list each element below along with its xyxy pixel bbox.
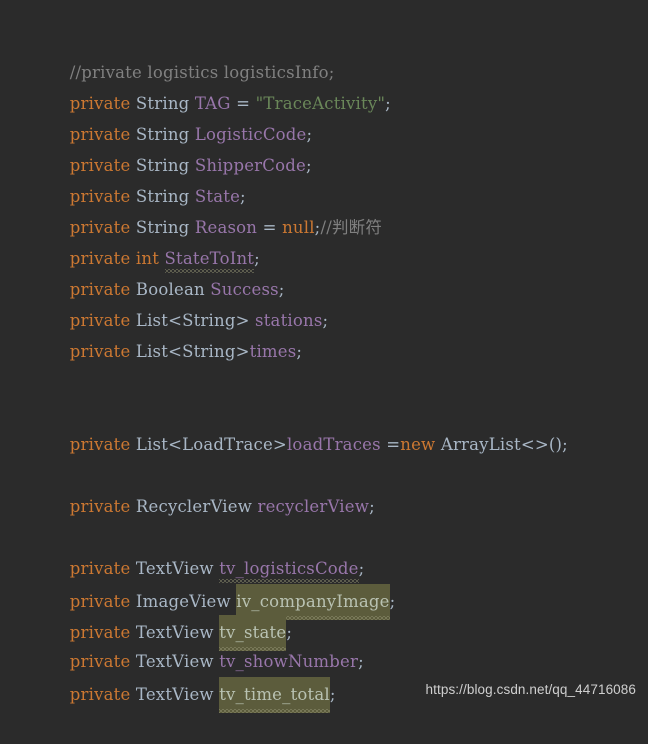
operator-token: =	[380, 435, 401, 454]
field-token: TAG	[194, 94, 231, 113]
semicolon: ;	[254, 249, 260, 268]
operator-token: =	[257, 218, 283, 237]
type-token: ArrayList	[440, 435, 521, 454]
type-token: List	[135, 311, 169, 330]
code-line-blank[interactable]	[48, 367, 648, 398]
type-token: String	[135, 187, 190, 206]
type-token: TextView	[135, 652, 214, 671]
keyword-token: private	[69, 592, 131, 611]
code-line[interactable]: private List<LoadTrace>loadTraces =new A…	[48, 398, 648, 454]
keyword-token: null	[282, 218, 315, 237]
keyword-token: int	[135, 249, 160, 268]
keyword-token: private	[69, 94, 131, 113]
code-line[interactable]: //private logistics logisticsInfo;	[48, 26, 648, 82]
watermark-url: https://blog.csdn.net/qq_44716086	[425, 682, 636, 697]
code-editor-pane[interactable]: //private logistics logisticsInfo; priva…	[0, 0, 648, 713]
field-token-highlighted: tv_time_total	[219, 677, 330, 713]
keyword-token: private	[69, 280, 131, 299]
field-token: stations	[255, 311, 323, 330]
string-literal-token: "TraceActivity"	[255, 94, 386, 113]
semicolon: ;	[305, 156, 312, 175]
keyword-token: private	[69, 652, 131, 671]
semicolon: ;	[296, 342, 303, 361]
type-token: TextView	[135, 685, 214, 704]
keyword-token: private	[69, 156, 131, 175]
keyword-token: private	[69, 342, 131, 361]
keyword-token: private	[69, 249, 131, 268]
generic-call-token: <>();	[520, 435, 568, 454]
semicolon: ;	[278, 280, 285, 299]
comment-token: //private logistics logisticsInfo;	[69, 63, 335, 82]
field-token: LogisticCode	[194, 125, 307, 144]
semicolon: ;	[358, 652, 364, 671]
field-token: tv_showNumber	[219, 652, 359, 671]
type-token: List	[135, 342, 169, 361]
type-token: ImageView	[135, 592, 231, 611]
semicolon: ;	[329, 685, 336, 704]
semicolon: ;	[358, 559, 365, 578]
comment-token: //判断符	[320, 218, 383, 237]
keyword-token: private	[69, 435, 131, 454]
generic-token: <String>	[168, 311, 256, 330]
type-token: String	[135, 218, 190, 237]
type-token: TextView	[135, 559, 214, 578]
type-token: String	[135, 156, 190, 175]
operator-token: =	[230, 94, 256, 113]
field-token-with-warning: tv_logisticsCode	[219, 553, 360, 584]
semicolon: ;	[385, 94, 391, 113]
keyword-token: private	[69, 497, 131, 516]
semicolon: ;	[322, 311, 329, 330]
code-line[interactable]: private TextView tv_logisticsCode;	[48, 522, 648, 583]
field-token: Reason	[194, 218, 258, 237]
semicolon: ;	[369, 497, 375, 516]
keyword-token: private	[69, 623, 131, 642]
semicolon: ;	[389, 592, 396, 611]
type-token: Boolean	[135, 280, 205, 299]
field-token: recyclerView	[257, 497, 370, 516]
field-token: State	[194, 187, 241, 206]
semicolon: ;	[240, 187, 246, 206]
semicolon: ;	[306, 125, 313, 144]
field-token: loadTraces	[286, 435, 381, 454]
keyword-token: new	[400, 435, 436, 454]
field-token: Success	[210, 280, 279, 299]
keyword-token: private	[69, 125, 131, 144]
type-token: String	[135, 125, 190, 144]
keyword-token: private	[69, 685, 131, 704]
generic-token: <LoadTrace>	[168, 435, 287, 454]
type-token: TextView	[135, 623, 214, 642]
generic-token: <String>	[168, 342, 250, 361]
keyword-token: private	[69, 311, 131, 330]
keyword-token: private	[69, 218, 131, 237]
type-token: List	[135, 435, 169, 454]
semicolon: ;	[286, 623, 293, 642]
type-token: String	[135, 94, 190, 113]
type-token: RecyclerView	[135, 497, 253, 516]
field-token: ShipperCode	[194, 156, 306, 175]
code-line[interactable]: private RecyclerView recyclerView;	[48, 460, 648, 516]
keyword-token: private	[69, 187, 131, 206]
field-token: times	[249, 342, 297, 361]
field-token-with-warning: StateToInt	[164, 243, 255, 274]
field-token-highlighted: tv_state	[219, 615, 287, 651]
keyword-token: private	[69, 559, 131, 578]
